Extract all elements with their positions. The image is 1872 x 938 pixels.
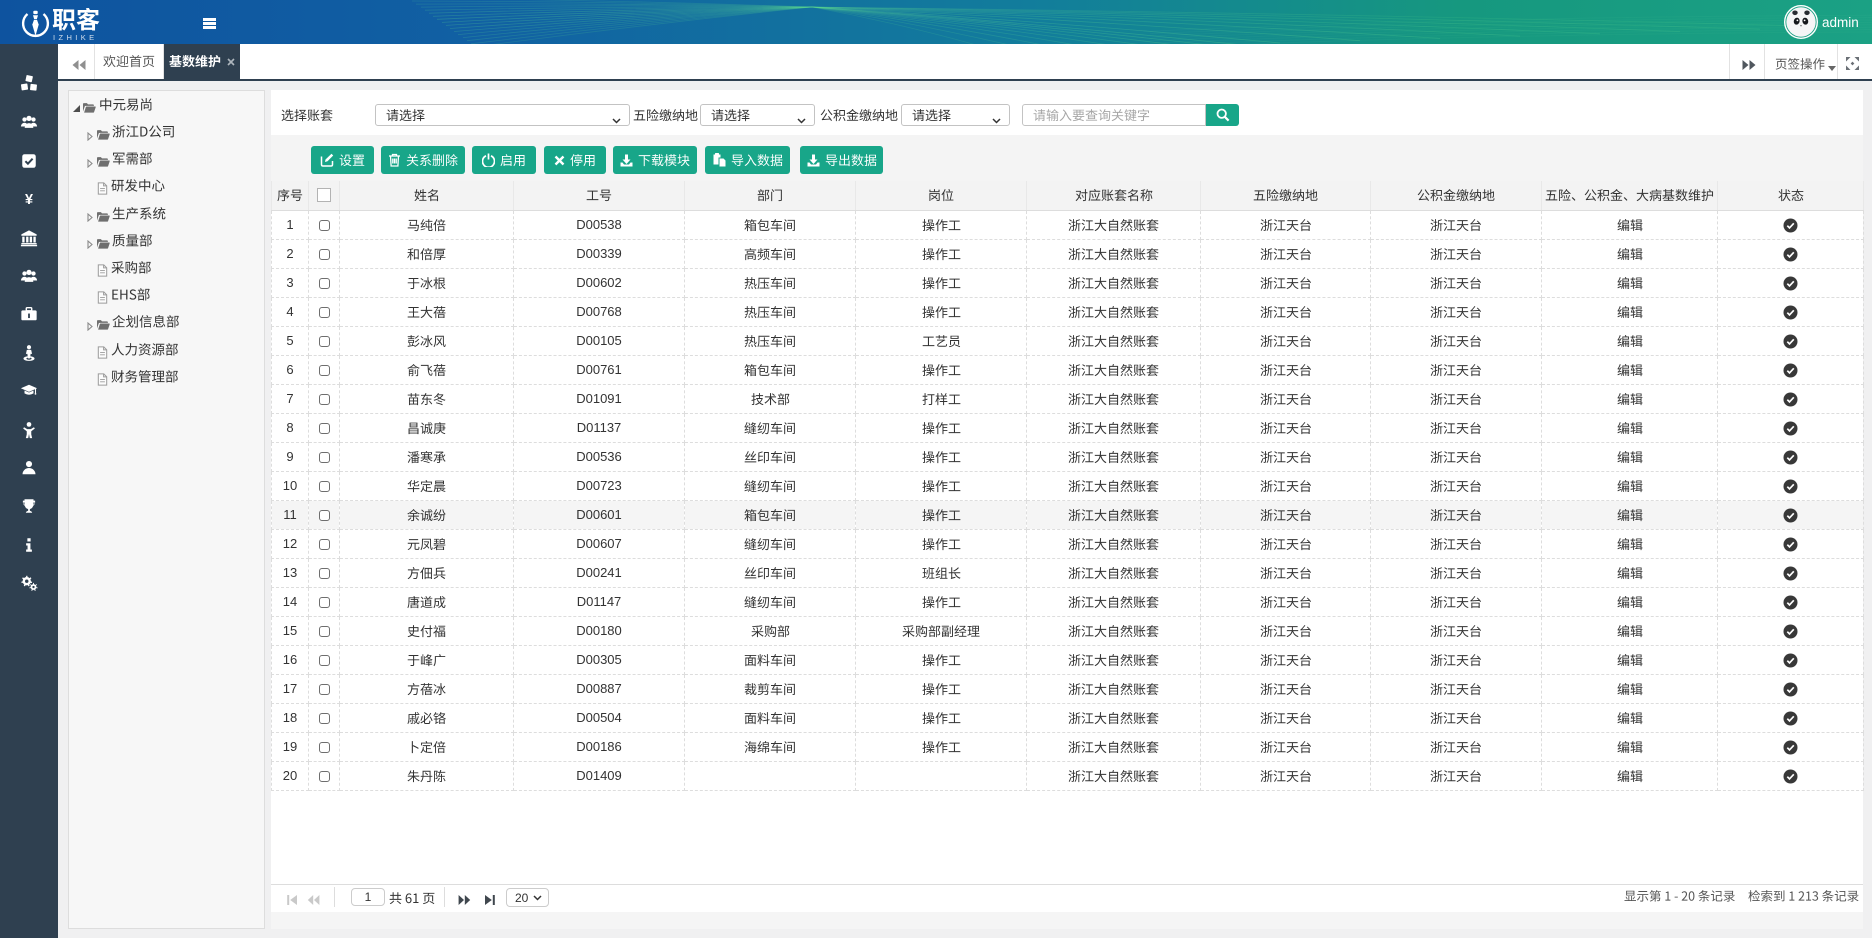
svg-text:¥: ¥: [25, 192, 33, 208]
